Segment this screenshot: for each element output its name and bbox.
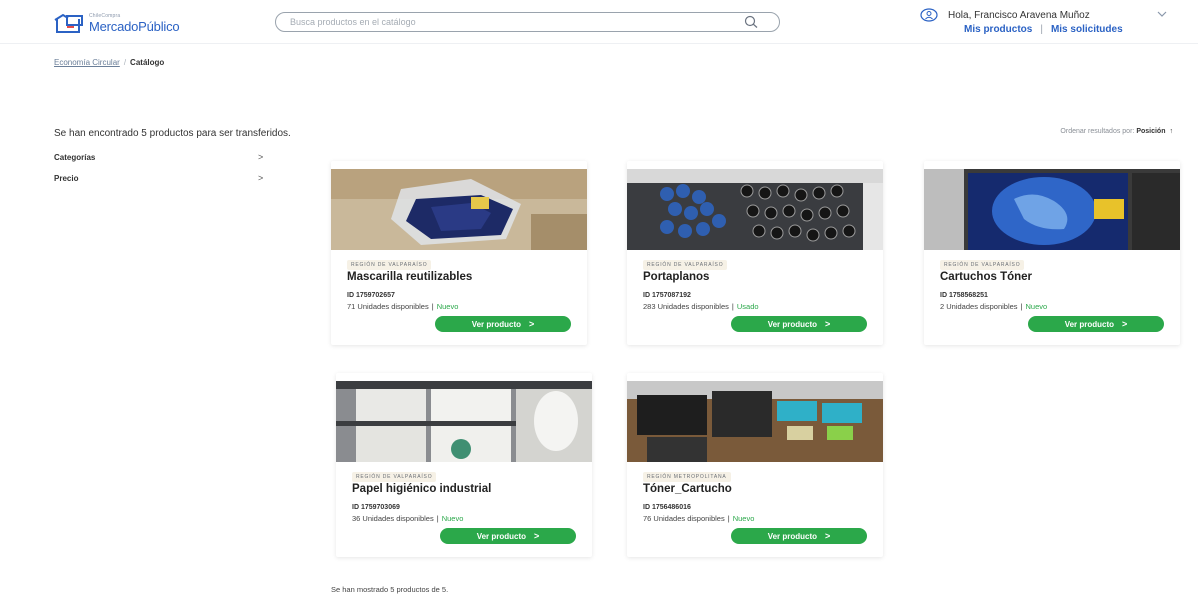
- chevron-right-icon: >: [534, 531, 540, 541]
- sort-direction-icon[interactable]: ↑: [1170, 128, 1174, 135]
- product-stock: 2 Unidades disponibles | Nuevo: [940, 302, 1047, 311]
- product-photo: [627, 381, 883, 462]
- product-name[interactable]: Portaplanos: [643, 271, 709, 283]
- product-image[interactable]: [924, 169, 1180, 250]
- logo-main-text: MercadoPúblico: [89, 18, 180, 34]
- product-id: ID 1759703069: [352, 504, 400, 511]
- product-id: ID 1759702657: [347, 292, 395, 299]
- region-badge: REGIÓN METROPOLITANA: [643, 472, 731, 482]
- user-avatar-icon[interactable]: [920, 8, 938, 22]
- product-photo: [331, 169, 587, 250]
- product-card: REGIÓN DE VALPARAÍSO Portaplanos ID 1757…: [627, 161, 883, 345]
- user-menu: Hola, Francisco Aravena Muñoz Mis produc…: [920, 6, 1182, 40]
- stock-count: 36 Unidades disponibles: [352, 514, 434, 523]
- stock-count: 76 Unidades disponibles: [643, 514, 725, 523]
- my-requests-link[interactable]: Mis solicitudes: [1051, 24, 1123, 35]
- product-name[interactable]: Papel higiénico industrial: [352, 483, 491, 495]
- condition-label: Usado: [736, 302, 759, 311]
- search-icon[interactable]: [743, 15, 759, 29]
- catalog-search: [275, 12, 780, 32]
- button-label: Ver producto: [476, 531, 527, 541]
- product-image[interactable]: [331, 169, 587, 250]
- chevron-right-icon: >: [1122, 319, 1128, 329]
- user-links: Mis productos | Mis solicitudes: [964, 24, 1123, 35]
- sort-label: Ordenar resultados por:: [1060, 128, 1135, 135]
- button-label: Ver producto: [471, 319, 522, 329]
- product-stock: 71 Unidades disponibles | Nuevo: [347, 302, 458, 311]
- stock-count: 283 Unidades disponibles: [643, 302, 729, 311]
- product-image[interactable]: [627, 381, 883, 462]
- shown-count-text: Se han mostrado 5 productos de 5.: [331, 585, 449, 594]
- chevron-right-icon[interactable]: >: [258, 152, 263, 162]
- breadcrumb: Economía Circular / Catálogo: [54, 58, 164, 67]
- product-card: REGIÓN DE VALPARAÍSO Papel higiénico ind…: [336, 373, 592, 557]
- stock-separator: |: [731, 302, 734, 311]
- region-badge: REGIÓN DE VALPARAÍSO: [347, 260, 432, 270]
- stock-separator: |: [1020, 302, 1023, 311]
- product-id: ID 1757087192: [643, 292, 691, 299]
- region-badge: REGIÓN DE VALPARAÍSO: [940, 260, 1025, 270]
- breadcrumb-current: Catálogo: [130, 58, 165, 67]
- chevron-right-icon: >: [825, 531, 831, 541]
- filter-label: Categorías: [54, 153, 96, 162]
- logo-small-text: ChileCompra: [89, 12, 121, 19]
- stock-separator: |: [436, 514, 439, 523]
- product-id: ID 1758568251: [940, 292, 988, 299]
- chevron-right-icon[interactable]: >: [258, 173, 263, 183]
- condition-label: Nuevo: [732, 514, 755, 523]
- condition-label: Nuevo: [1025, 302, 1048, 311]
- button-label: Ver producto: [767, 531, 818, 541]
- product-stock: 283 Unidades disponibles | Usado: [643, 302, 759, 311]
- sort-control[interactable]: Ordenar resultados por: Posición ↑: [1060, 128, 1173, 135]
- stock-separator: |: [727, 514, 730, 523]
- breadcrumb-parent-link[interactable]: Economía Circular: [54, 58, 120, 67]
- search-input[interactable]: [290, 15, 730, 29]
- product-photo: [627, 169, 883, 250]
- product-photo: [924, 169, 1180, 250]
- view-product-button[interactable]: Ver producto >: [731, 528, 867, 544]
- product-image[interactable]: [336, 381, 592, 462]
- chevron-right-icon: >: [529, 319, 535, 329]
- logo-icon: [54, 13, 83, 33]
- product-card: REGIÓN DE VALPARAÍSO Cartuchos Tóner ID …: [924, 161, 1180, 345]
- view-product-button[interactable]: Ver producto >: [435, 316, 571, 332]
- product-name[interactable]: Tóner_Cartucho: [643, 483, 732, 495]
- product-card: REGIÓN METROPOLITANA Tóner_Cartucho ID 1…: [627, 373, 883, 557]
- product-stock: 76 Unidades disponibles | Nuevo: [643, 514, 754, 523]
- product-image[interactable]: [627, 169, 883, 250]
- condition-label: Nuevo: [436, 302, 459, 311]
- product-card: REGIÓN DE VALPARAÍSO Mascarilla reutiliz…: [331, 161, 587, 345]
- button-label: Ver producto: [1064, 319, 1115, 329]
- product-id: ID 1756486016: [643, 504, 691, 511]
- stock-count: 2 Unidades disponibles: [940, 302, 1018, 311]
- view-product-button[interactable]: Ver producto >: [440, 528, 576, 544]
- mercadopublico-logo[interactable]: ChileCompra MercadoPúblico: [54, 10, 180, 36]
- region-badge: REGIÓN DE VALPARAÍSO: [352, 472, 437, 482]
- view-product-button[interactable]: Ver producto >: [731, 316, 867, 332]
- filter-price[interactable]: Precio >: [54, 173, 274, 188]
- chevron-right-icon: >: [825, 319, 831, 329]
- top-header: ChileCompra MercadoPúblico Hola, Francis…: [0, 0, 1198, 44]
- condition-label: Nuevo: [441, 514, 464, 523]
- filter-categories[interactable]: Categorías >: [54, 152, 274, 167]
- results-count-text: Se han encontrado 5 productos para ser t…: [54, 128, 291, 139]
- sort-value[interactable]: Posición: [1136, 128, 1165, 135]
- filter-label: Precio: [54, 174, 79, 183]
- user-links-separator: |: [1040, 24, 1043, 35]
- region-badge: REGIÓN DE VALPARAÍSO: [643, 260, 728, 270]
- breadcrumb-separator: /: [123, 58, 127, 67]
- user-greeting[interactable]: Hola, Francisco Aravena Muñoz: [948, 10, 1090, 21]
- product-name[interactable]: Mascarilla reutilizables: [347, 271, 472, 283]
- product-name[interactable]: Cartuchos Tóner: [940, 271, 1032, 283]
- button-label: Ver producto: [767, 319, 818, 329]
- view-product-button[interactable]: Ver producto >: [1028, 316, 1164, 332]
- product-stock: 36 Unidades disponibles | Nuevo: [352, 514, 463, 523]
- stock-count: 71 Unidades disponibles: [347, 302, 429, 311]
- stock-separator: |: [431, 302, 434, 311]
- my-products-link[interactable]: Mis productos: [964, 24, 1032, 35]
- product-photo: [336, 381, 592, 462]
- chevron-down-icon[interactable]: [1156, 8, 1168, 20]
